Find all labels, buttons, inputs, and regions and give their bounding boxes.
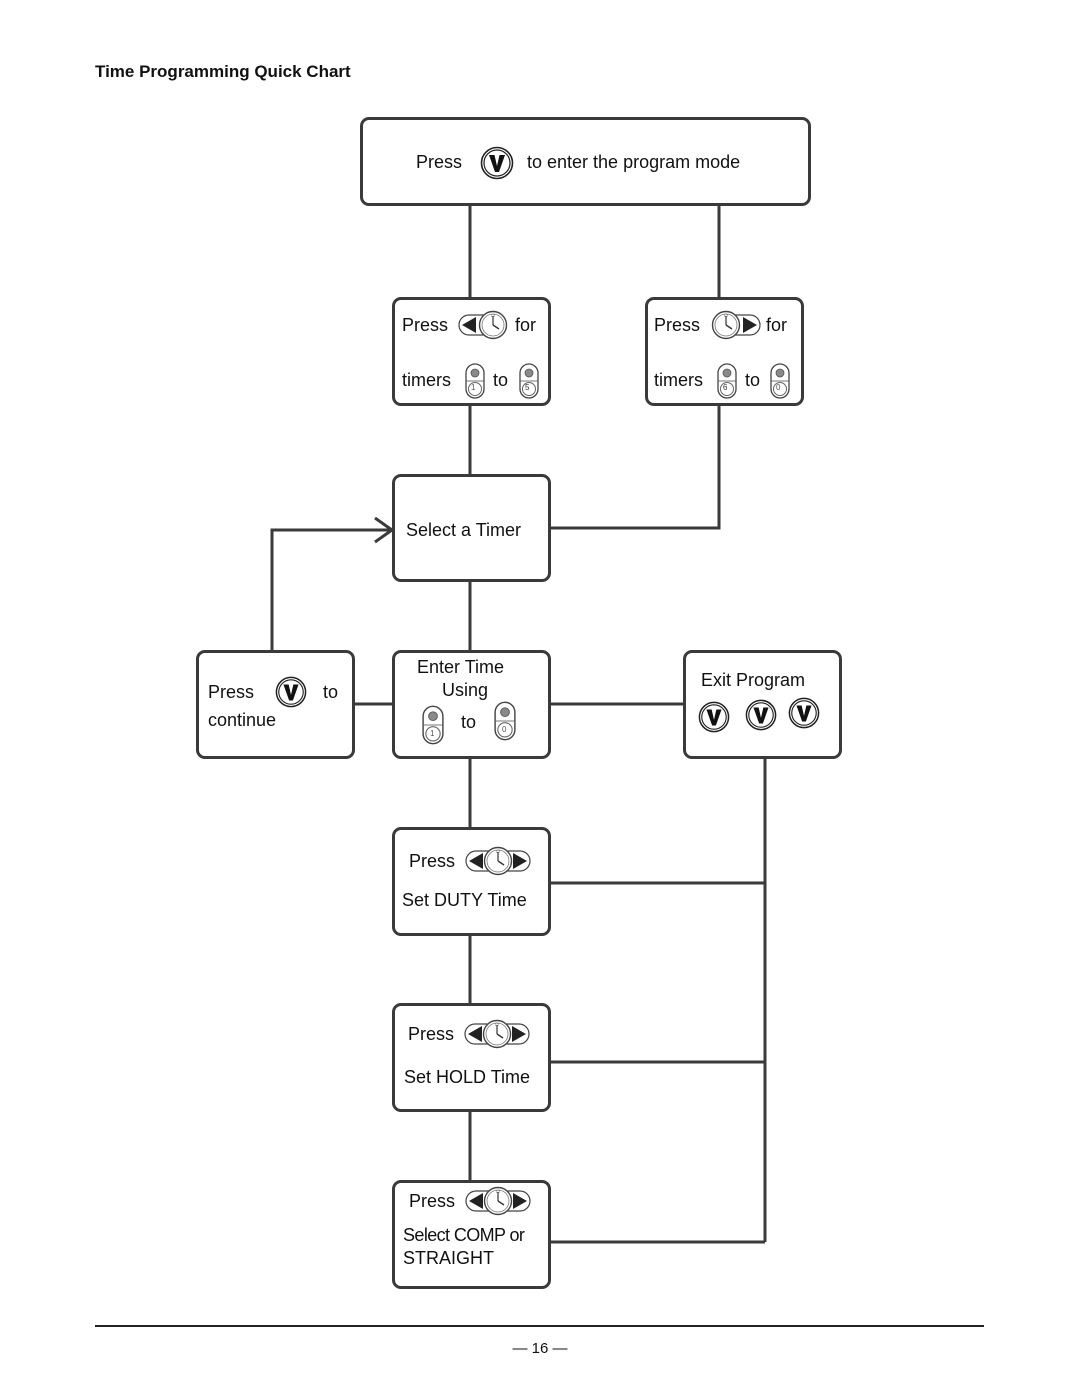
v-button-icon [788,697,820,729]
select-timer-label: Select a Timer [406,520,522,540]
enter-program-press-label: Press [416,152,463,172]
timers-left-for-label: for [515,315,537,335]
duty-label: Set DUTY Time [402,890,527,910]
enter-time-to-label: to [461,712,477,732]
timers-right-to-label: to [745,370,761,390]
keypad-6-label: 6 [723,383,728,392]
left-arrow-clock-icon [458,310,508,340]
timers-right-timers-label: timers [654,370,703,390]
keypad-1-label: 1 [471,383,476,392]
duty-press-label: Press [409,851,456,871]
comp-press-label: Press [409,1191,456,1211]
keypad-1-icon [465,363,485,399]
node-set-duty-time [392,827,551,936]
hold-press-label: Press [408,1024,455,1044]
exit-program-label: Exit Program [701,670,806,690]
keypad-0-label: 0 [502,725,507,734]
v-button-icon [745,699,777,731]
timers-left-press-label: Press [402,315,449,335]
keypad-5-label: 5 [525,383,530,392]
v-button-icon [275,676,307,708]
timers-left-to-label: to [493,370,509,390]
timers-right-press-label: Press [654,315,701,335]
connector-continue-loop [270,528,392,652]
v-button-icon [480,146,514,180]
comp-line1: Select COMP or [403,1225,525,1245]
footer-divider [95,1325,984,1327]
clock-right-arrow-icon [711,310,761,340]
v-button-icon [698,701,730,733]
continue-press-label: Press [208,682,255,702]
keypad-5-icon [519,363,539,399]
keypad-1-label: 1 [430,729,435,738]
hold-label: Set HOLD Time [404,1067,531,1087]
keypad-6-icon [717,363,737,399]
enter-time-line2: Using [442,680,489,700]
left-right-clock-icon [464,1019,530,1049]
connector-right-to-select [549,404,721,530]
keypad-1-icon [422,704,444,746]
timers-left-timers-label: timers [402,370,451,390]
enter-program-rest-label: to enter the program mode [527,152,741,172]
left-right-clock-icon [465,846,531,876]
left-right-clock-icon [465,1186,531,1216]
keypad-0-icon [494,700,516,742]
enter-time-line1: Enter Time [417,657,505,677]
keypad-0-icon [770,363,790,399]
keypad-0-label: 0 [776,383,781,392]
continue-to-label: to [323,682,339,702]
page-number: — 16 — [512,1340,568,1357]
continue-continue-label: continue [208,710,277,730]
timers-right-for-label: for [766,315,788,335]
comp-line2: STRAIGHT [403,1248,495,1268]
